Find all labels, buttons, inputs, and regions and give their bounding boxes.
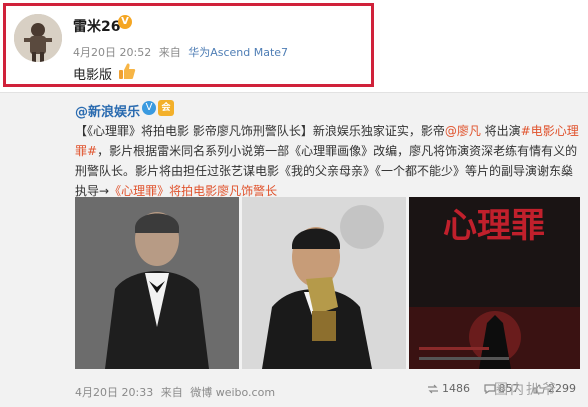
photo-grid: 心理罪 [75, 197, 580, 369]
repost-count-button[interactable]: 1486 [427, 382, 470, 395]
repost-meta: 4月20日 20:33 来自 微博 weibo.com [75, 384, 279, 400]
member-badge-icon: 会 [158, 100, 174, 116]
repost-count: 1486 [442, 382, 470, 395]
repost-app[interactable]: 微博 weibo.com [190, 386, 275, 399]
watermark: 圈内扒爷 [494, 382, 558, 398]
photo-actor-award[interactable] [242, 197, 406, 369]
photo-actor-tuxedo[interactable] [75, 197, 239, 369]
photo-movie-poster[interactable]: 心理罪 [409, 197, 580, 369]
repost-icon [428, 384, 438, 394]
repost-body: 【《心理罪》将拍电影 影帝廖凡饰刑警队长】新浪娱乐独家证实，影帝@廖凡 将出演#… [75, 121, 580, 201]
poster-title: 心理罪 [443, 206, 545, 246]
article-link[interactable]: 《心理罪》将拍电影廖凡饰警长 [109, 184, 277, 198]
mention-link[interactable]: @廖凡 [445, 124, 481, 138]
highlight-box [3, 3, 374, 87]
repost: @新浪娱乐 V 会 【《心理罪》将拍电影 影帝廖凡饰刑警队长】新浪娱乐独家证实，… [0, 93, 588, 407]
repost-source-name[interactable]: @新浪娱乐 [75, 101, 140, 120]
repost-via: 来自 [160, 386, 183, 399]
repost-text-1: 【《心理罪》将拍电影 影帝廖凡饰刑警队长】新浪娱乐独家证实，影帝 [75, 124, 445, 138]
verified-badge-icon: V [142, 101, 156, 115]
post: 雷米26 V 4月20日 20:52 来自 华为Ascend Mate7 电影版 [0, 0, 588, 92]
repost-text-2: 将出演 [480, 124, 521, 138]
repost-time[interactable]: 4月20日 20:33 [75, 386, 153, 399]
